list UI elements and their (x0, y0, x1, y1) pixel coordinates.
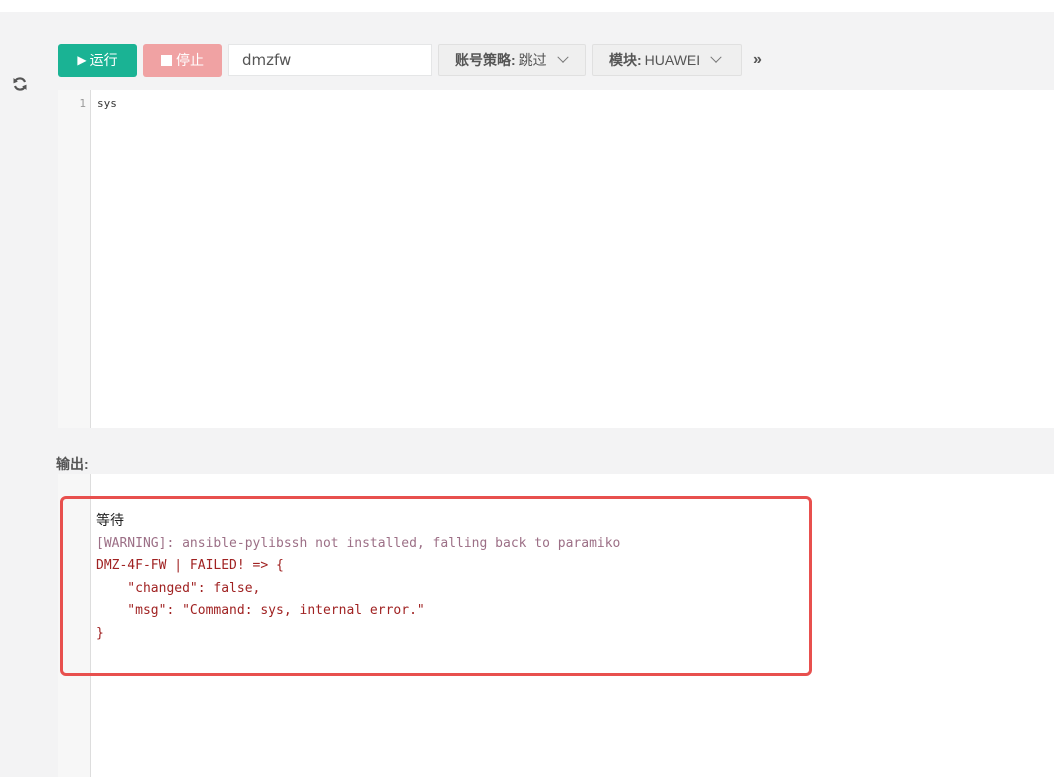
output-error-line: "msg": "Command: sys, internal error." (96, 603, 425, 618)
module-label: 模块: (609, 52, 642, 68)
chevron-down-icon (557, 51, 569, 63)
line-number: 1 (79, 97, 86, 110)
code-line[interactable]: sys (97, 97, 117, 110)
play-icon: ▶ (77, 53, 87, 67)
double-chevron-right-icon[interactable]: » (753, 51, 762, 69)
account-policy-dropdown[interactable]: 账号策略: 跳过 (438, 44, 586, 76)
toolbar: ▶ 运行 停止 账号策略: 跳过 模块: HUAWEI » (58, 43, 762, 77)
output-status: 等待 (96, 513, 124, 529)
output-error-line: } (96, 625, 104, 641)
stop-icon (161, 54, 172, 66)
stop-button-label: 停止 (176, 52, 204, 68)
output-text: 等待 [WARNING]: ansible-pylibssh not insta… (96, 510, 620, 645)
run-button-label: 运行 (89, 52, 118, 68)
output-warning: [WARNING]: ansible-pylibssh not installe… (96, 535, 621, 551)
run-button[interactable]: ▶ 运行 (58, 43, 137, 77)
host-input[interactable] (228, 44, 432, 76)
left-edge (0, 12, 4, 777)
top-strip (0, 0, 1054, 12)
output-label: 输出: (56, 456, 89, 472)
module-dropdown[interactable]: 模块: HUAWEI (592, 44, 742, 76)
account-policy-label: 账号策略: (455, 52, 516, 68)
stop-button[interactable]: 停止 (143, 43, 222, 77)
module-value: HUAWEI (644, 52, 701, 68)
refresh-icon-glyph (13, 77, 27, 91)
editor-gutter: 1 (58, 90, 91, 428)
chevron-down-icon (710, 51, 722, 63)
code-editor[interactable]: 1 sys (58, 90, 1054, 428)
output-error-line: "changed": false, (96, 580, 261, 596)
output-error-line: DMZ-4F-FW | FAILED! => { (96, 558, 284, 573)
refresh-icon[interactable] (10, 74, 30, 94)
account-policy-value: 跳过 (518, 52, 547, 68)
